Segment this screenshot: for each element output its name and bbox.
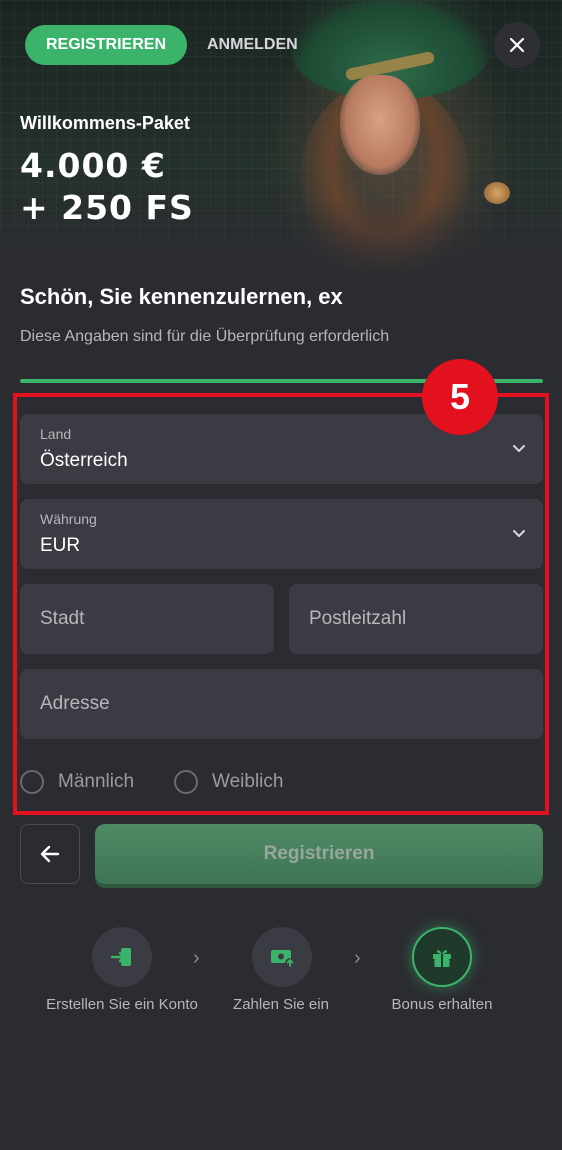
register-submit-button[interactable]: Registrieren [95, 824, 543, 884]
step-create-account [92, 927, 152, 987]
greeting-subtitle: Diese Angaben sind für die Überprüfung e… [20, 328, 390, 345]
chevron-right-icon: › [193, 947, 200, 969]
step-label-create-account: Erstellen Sie ein Konto [46, 996, 198, 1013]
tab-register[interactable]: REGISTRIEREN [25, 25, 187, 65]
step-bonus [412, 927, 472, 987]
hero-character-face [340, 75, 420, 175]
gift-icon [433, 950, 451, 967]
greeting-title: Schön, Sie kennenzulernen, ex [20, 284, 343, 309]
promo-amount: 4.000 € [20, 146, 166, 185]
tab-login[interactable]: ANMELDEN [207, 25, 298, 65]
promo-free-spins: + 250 FS [20, 188, 194, 227]
close-button[interactable] [494, 22, 540, 68]
step-deposit [252, 927, 312, 987]
chevron-right-icon: › [354, 947, 361, 969]
deposit-icon [271, 950, 295, 968]
close-icon [509, 37, 525, 53]
step-badge: 5 [422, 359, 498, 435]
promo-subtitle: Willkommens-Paket [20, 113, 190, 133]
back-button[interactable] [20, 824, 80, 884]
step-label-deposit: Zahlen Sie ein [233, 996, 329, 1013]
highlight-frame [13, 393, 549, 815]
arrow-left-icon [40, 845, 60, 863]
step-label-bonus: Bonus erhalten [391, 996, 493, 1013]
enter-icon [110, 948, 131, 966]
